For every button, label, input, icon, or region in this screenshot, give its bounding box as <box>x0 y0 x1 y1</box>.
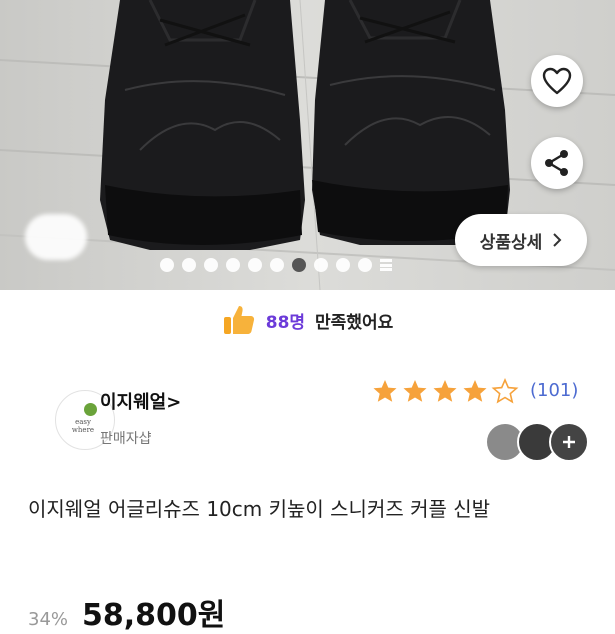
pagination-dot[interactable] <box>248 258 262 272</box>
logo-dot-icon <box>84 403 97 416</box>
product-detail-button[interactable]: 상품상세 <box>455 214 587 266</box>
pagination-dot[interactable] <box>204 258 218 272</box>
satisfaction-count: 88명 <box>265 312 306 333</box>
pagination-dot[interactable] <box>336 258 350 272</box>
pagination-dot[interactable] <box>358 258 372 272</box>
chevron-right-icon <box>553 233 562 247</box>
stars-icon <box>373 378 519 404</box>
logo-text-line1: easy <box>75 418 91 426</box>
heart-icon <box>542 67 572 95</box>
star-rating[interactable] <box>372 378 522 408</box>
thumbs-up-icon <box>223 306 254 334</box>
pagination-dot-active[interactable] <box>292 258 306 272</box>
review-photo-thumbnails[interactable] <box>485 422 589 462</box>
pagination-dot[interactable] <box>160 258 174 272</box>
more-photos-button[interactable] <box>549 422 589 462</box>
pagination-dot[interactable] <box>182 258 196 272</box>
gallery-pagination[interactable] <box>160 258 392 272</box>
pagination-dot[interactable] <box>314 258 328 272</box>
seller-subtitle: 판매자샵 <box>100 431 152 447</box>
plus-icon <box>563 436 575 448</box>
review-count-link[interactable]: (101) <box>530 380 578 401</box>
product-title: 이지웨얼 어글리슈즈 10cm 키높이 스니커즈 커플 신발 <box>28 497 491 521</box>
seller-name-link[interactable]: 이지웨얼> <box>100 388 181 414</box>
satisfaction-banner: 88명 만족했어요 <box>0 296 615 344</box>
gallery-list-icon[interactable] <box>380 259 392 271</box>
price-row: 34% 58,800원 <box>28 590 225 634</box>
pagination-dot[interactable] <box>226 258 240 272</box>
wishlist-button[interactable] <box>531 55 583 107</box>
product-price: 58,800원 <box>82 598 226 633</box>
blurred-overlay <box>25 214 87 260</box>
share-button[interactable] <box>531 137 583 189</box>
pagination-dot[interactable] <box>270 258 284 272</box>
discount-rate: 34% <box>28 609 69 630</box>
share-icon <box>545 150 568 176</box>
product-image[interactable]: 상품상세 <box>0 0 615 290</box>
product-detail-label: 상품상세 <box>479 232 543 253</box>
satisfaction-text: 만족했어요 <box>315 312 394 333</box>
